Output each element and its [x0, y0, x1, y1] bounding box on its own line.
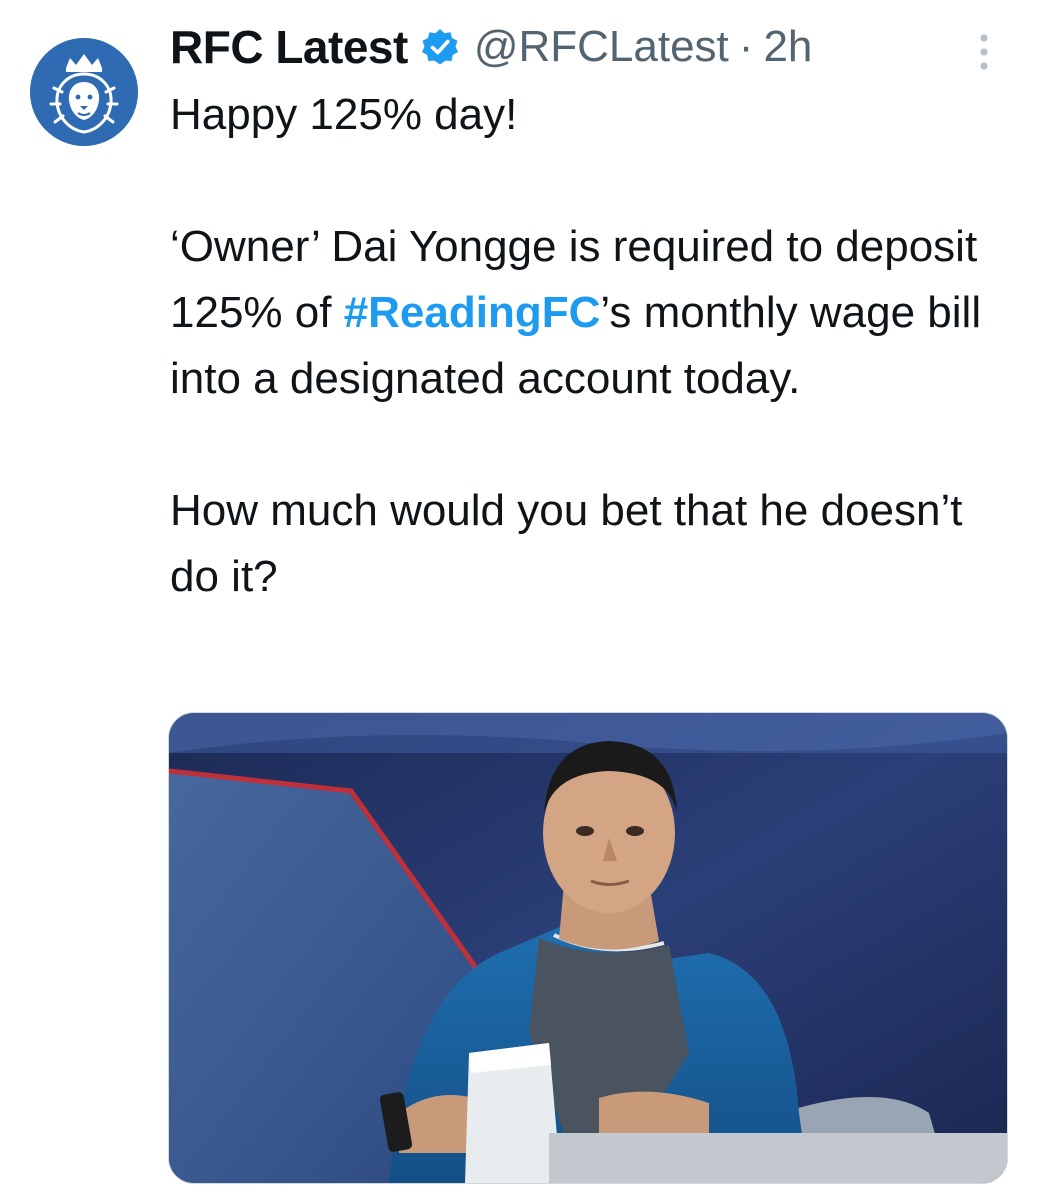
tweet-line-greeting: Happy 125% day! [170, 90, 518, 139]
tweet[interactable]: RFC Latest @RFCLatest · 2h Happy 125% da… [0, 0, 1038, 1200]
tweet-paragraph-deposit: ‘Owner’ Dai Yongge is required to deposi… [170, 214, 1000, 412]
tweet-media-photo[interactable] [168, 712, 1008, 1184]
more-vertical-icon [980, 34, 988, 70]
hashtag-link[interactable]: #ReadingFC [344, 288, 601, 337]
meta-separator: · [738, 22, 754, 71]
avatar[interactable] [30, 38, 138, 146]
verified-badge-icon [420, 27, 460, 67]
photo-man-seated [169, 713, 1007, 1183]
lion-crown-logo-icon [30, 38, 138, 146]
author-display-name[interactable]: RFC Latest [170, 20, 408, 74]
more-options-button[interactable] [972, 30, 996, 74]
tweet-header: RFC Latest @RFCLatest · 2h [170, 14, 812, 80]
tweet-timestamp[interactable]: 2h [763, 22, 812, 72]
tweet-paragraph-question: How much would you bet that he doesn’t d… [170, 486, 963, 601]
author-handle[interactable]: @RFCLatest [474, 22, 729, 72]
tweet-text: Happy 125% day! ‘Owner’ Dai Yongge is re… [170, 82, 1000, 610]
